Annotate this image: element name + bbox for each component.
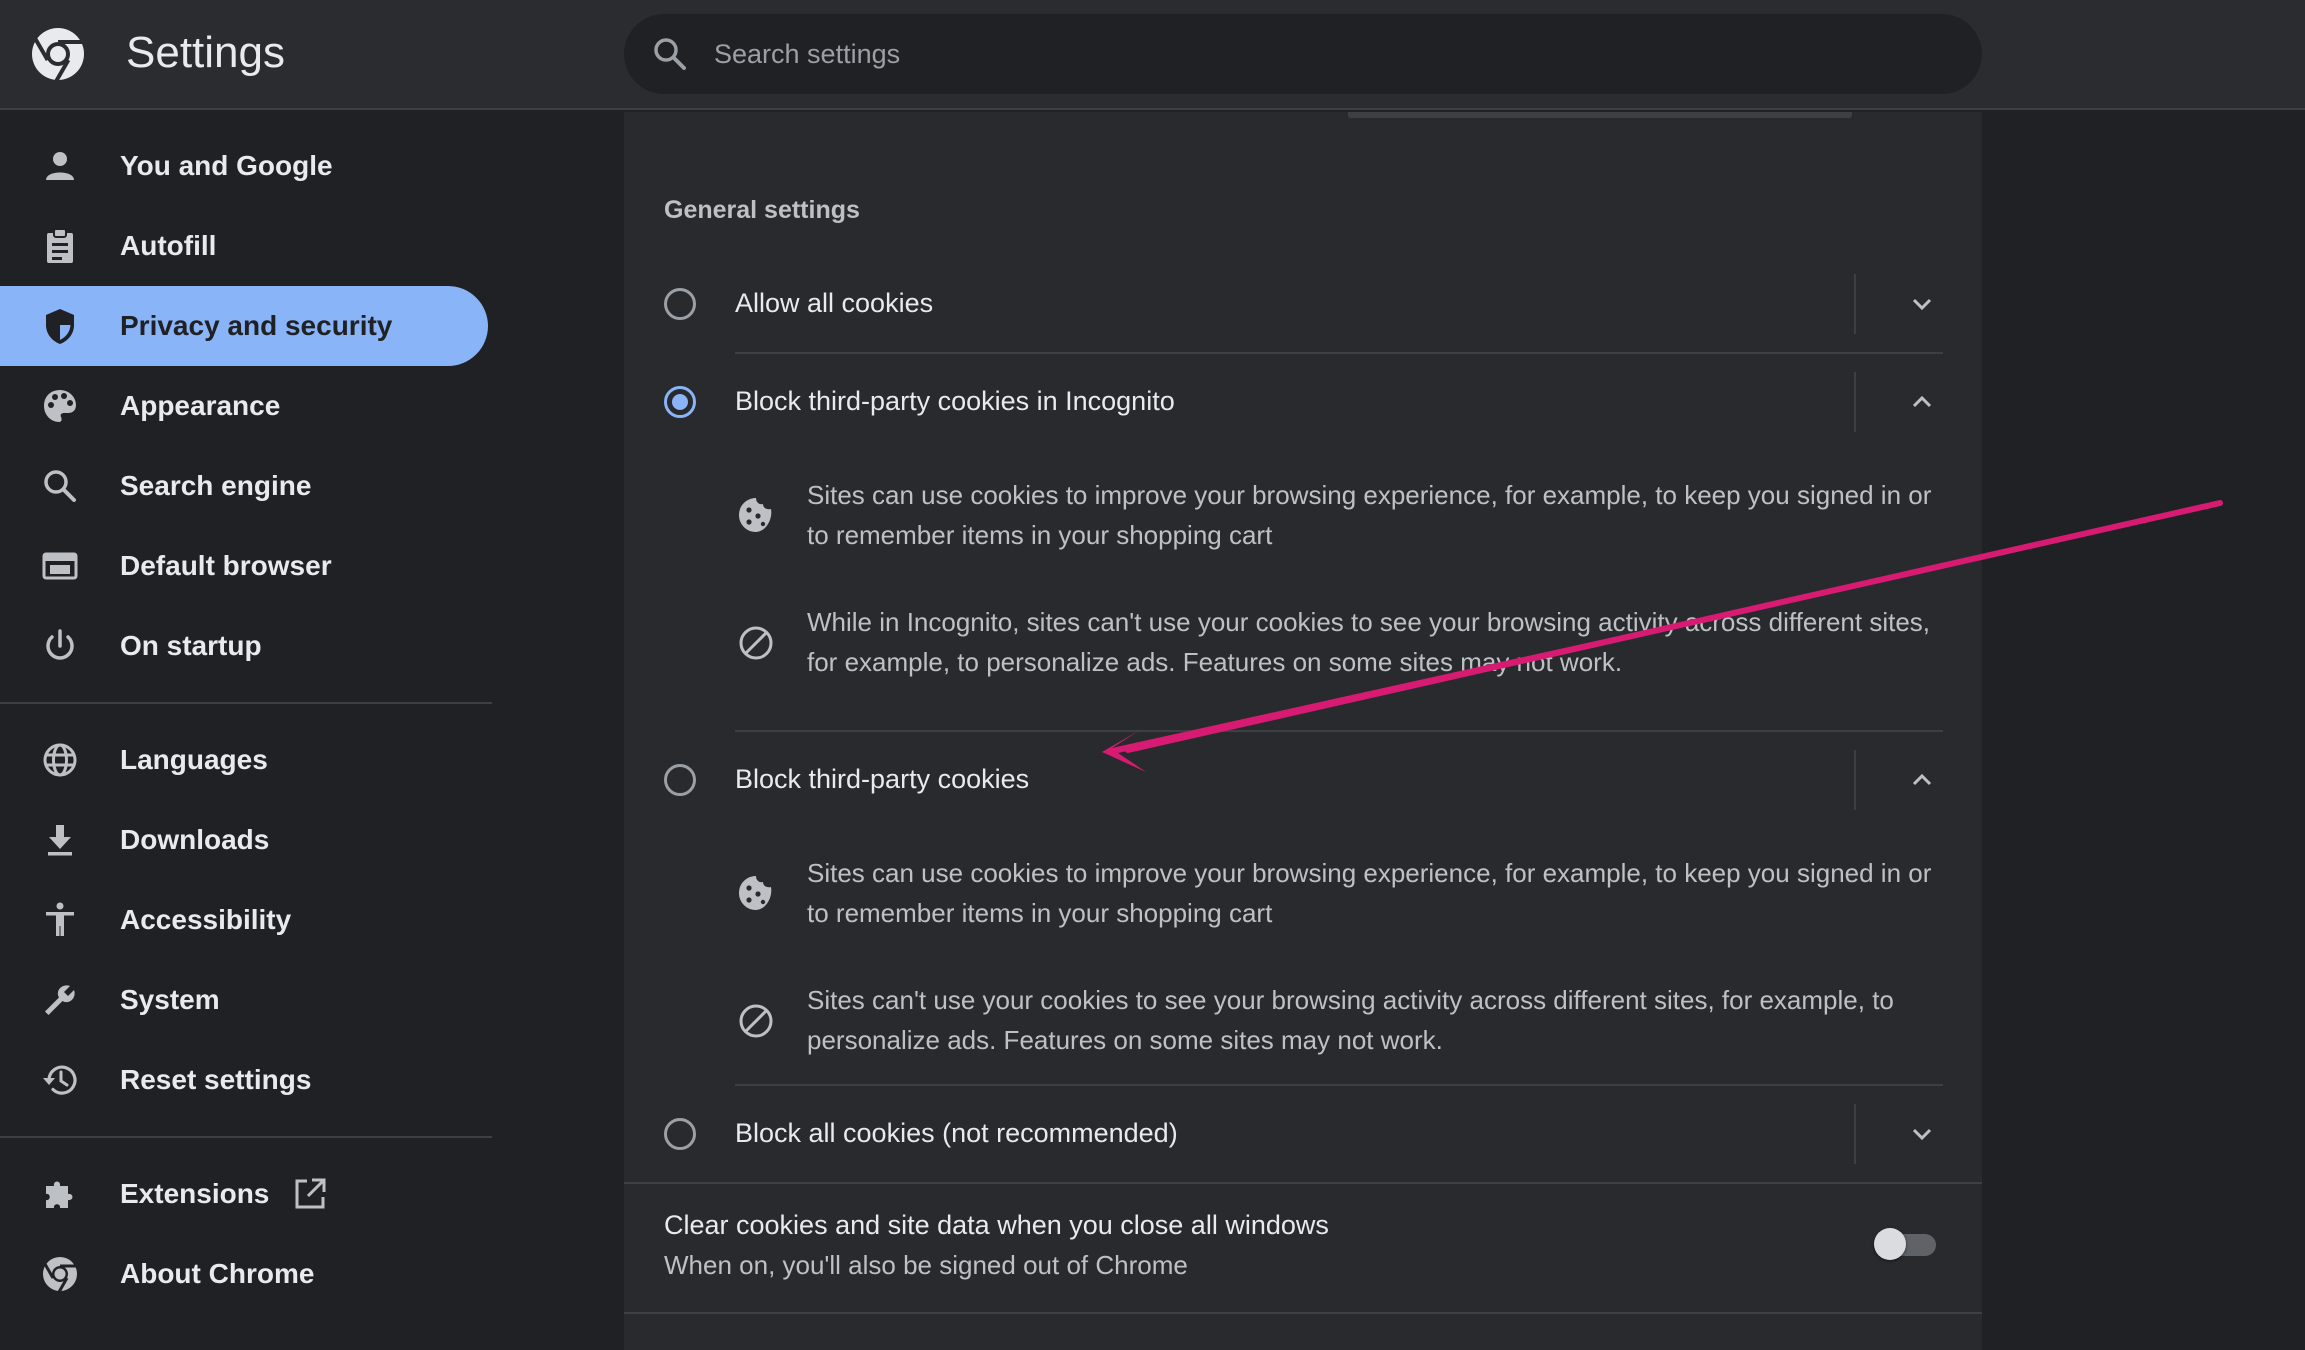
sidebar-item-label: Appearance — [120, 390, 281, 421]
sidebar-item-label: Privacy and security — [120, 310, 393, 341]
history-icon — [43, 1065, 77, 1095]
separator — [1854, 750, 1856, 810]
external-link-icon — [295, 1178, 326, 1209]
separator — [1854, 372, 1856, 432]
divider — [735, 352, 1943, 354]
sidebar-item-label: Accessibility — [120, 904, 292, 935]
sidebar-item-label: On startup — [120, 630, 262, 661]
search-icon — [44, 470, 76, 502]
cookie-icon — [739, 876, 772, 910]
option-label: Allow all cookies — [735, 288, 934, 318]
sidebar-item-on-startup[interactable]: On startup — [0, 606, 488, 686]
sidebar-item-about-chrome[interactable]: About Chrome — [0, 1234, 488, 1314]
block-icon — [739, 626, 773, 660]
option-detail-text: Sites can't use your cookies to see your… — [807, 985, 1894, 1055]
sidebar-item-label: Reset settings — [120, 1064, 312, 1095]
sidebar-item-accessibility[interactable]: Accessibility — [0, 880, 488, 960]
section-title: General settings — [664, 196, 860, 224]
toggle-knob — [1874, 1228, 1906, 1260]
separator — [1854, 274, 1856, 334]
option-detail-text: While in Incognito, sites can't use your… — [807, 607, 1931, 677]
person-icon — [46, 152, 74, 180]
radio-block-third-party[interactable] — [664, 764, 696, 796]
browser-window-icon — [42, 552, 78, 580]
scroll-indicator — [1348, 112, 1852, 118]
separator — [1854, 1104, 1856, 1164]
wrench-icon — [45, 985, 75, 1015]
section-divider — [624, 1312, 1982, 1314]
option-detail-text: Sites can use cookies to improve your br… — [807, 858, 1932, 928]
sidebar-divider — [0, 1136, 492, 1138]
sidebar-item-appearance[interactable]: Appearance — [0, 366, 488, 446]
sidebar-item-extensions[interactable]: Extensions — [0, 1154, 488, 1234]
radio-block-all-cookies[interactable] — [664, 1118, 696, 1150]
setting-title: Clear cookies and site data when you clo… — [664, 1210, 1329, 1240]
sidebar-item-label: Extensions — [120, 1178, 270, 1209]
cookie-icon — [739, 498, 772, 532]
clipboard-icon — [47, 228, 73, 263]
sidebar-item-downloads[interactable]: Downloads — [0, 800, 488, 880]
sidebar-item-label: Downloads — [120, 824, 270, 855]
accessibility-icon — [46, 902, 74, 936]
sidebar-item-label: About Chrome — [120, 1258, 315, 1289]
sidebar-item-you-and-google[interactable]: You and Google — [0, 126, 488, 206]
sidebar-item-label: System — [120, 984, 220, 1015]
sidebar-item-label: Languages — [120, 744, 268, 775]
cookies-settings-card: General settings Allow all cookies Block… — [624, 112, 1982, 1350]
sidebar-item-label: Autofill — [120, 230, 217, 261]
sidebar-item-languages[interactable]: Languages — [0, 720, 488, 800]
page-title: Settings — [126, 28, 285, 77]
chevron-up-icon[interactable] — [1904, 384, 1940, 420]
sidebar-item-label: You and Google — [120, 150, 333, 181]
globe-icon — [43, 743, 77, 777]
divider — [735, 730, 1943, 732]
setting-subtitle: When on, you'll also be signed out of Ch… — [664, 1250, 1188, 1280]
chrome-icon — [43, 1257, 77, 1293]
power-icon — [46, 629, 74, 660]
block-icon — [739, 1004, 773, 1038]
clear-on-exit-toggle[interactable] — [1874, 1226, 1938, 1262]
chevron-down-icon[interactable] — [1904, 1116, 1940, 1152]
puzzle-icon — [46, 1181, 73, 1208]
shield-icon — [46, 309, 74, 344]
divider — [735, 1084, 1943, 1086]
sidebar-item-reset-settings[interactable]: Reset settings — [0, 1040, 488, 1120]
sidebar-nav: You and Google Autofill Privacy and secu… — [0, 112, 492, 1350]
chevron-down-icon[interactable] — [1904, 286, 1940, 322]
sidebar-item-label: Search engine — [120, 470, 312, 501]
sidebar-divider — [0, 702, 492, 704]
download-icon — [48, 825, 72, 856]
option-label: Block third-party cookies — [735, 764, 1030, 794]
sidebar-item-system[interactable]: System — [0, 960, 488, 1040]
chrome-logo-icon — [32, 28, 84, 82]
sidebar-item-label: Default browser — [120, 550, 332, 581]
radio-block-third-party-incognito[interactable] — [664, 386, 696, 418]
sidebar-item-privacy-and-security[interactable]: Privacy and security — [0, 286, 488, 366]
sidebar-item-autofill[interactable]: Autofill — [0, 206, 488, 286]
sidebar-item-search-engine[interactable]: Search engine — [0, 446, 488, 526]
option-label: Block third-party cookies in Incognito — [735, 386, 1175, 416]
radio-allow-all-cookies[interactable] — [664, 288, 696, 320]
palette-icon — [44, 390, 76, 422]
search-icon — [654, 38, 686, 70]
search-bar[interactable] — [624, 14, 1982, 94]
section-divider — [624, 1182, 1982, 1184]
sidebar-item-default-browser[interactable]: Default browser — [0, 526, 488, 606]
top-bar: Settings — [0, 0, 2305, 110]
option-label: Block all cookies (not recommended) — [735, 1118, 1178, 1148]
chevron-up-icon[interactable] — [1904, 762, 1940, 798]
option-detail-text: Sites can use cookies to improve your br… — [807, 480, 1932, 550]
search-input[interactable] — [714, 14, 1954, 94]
